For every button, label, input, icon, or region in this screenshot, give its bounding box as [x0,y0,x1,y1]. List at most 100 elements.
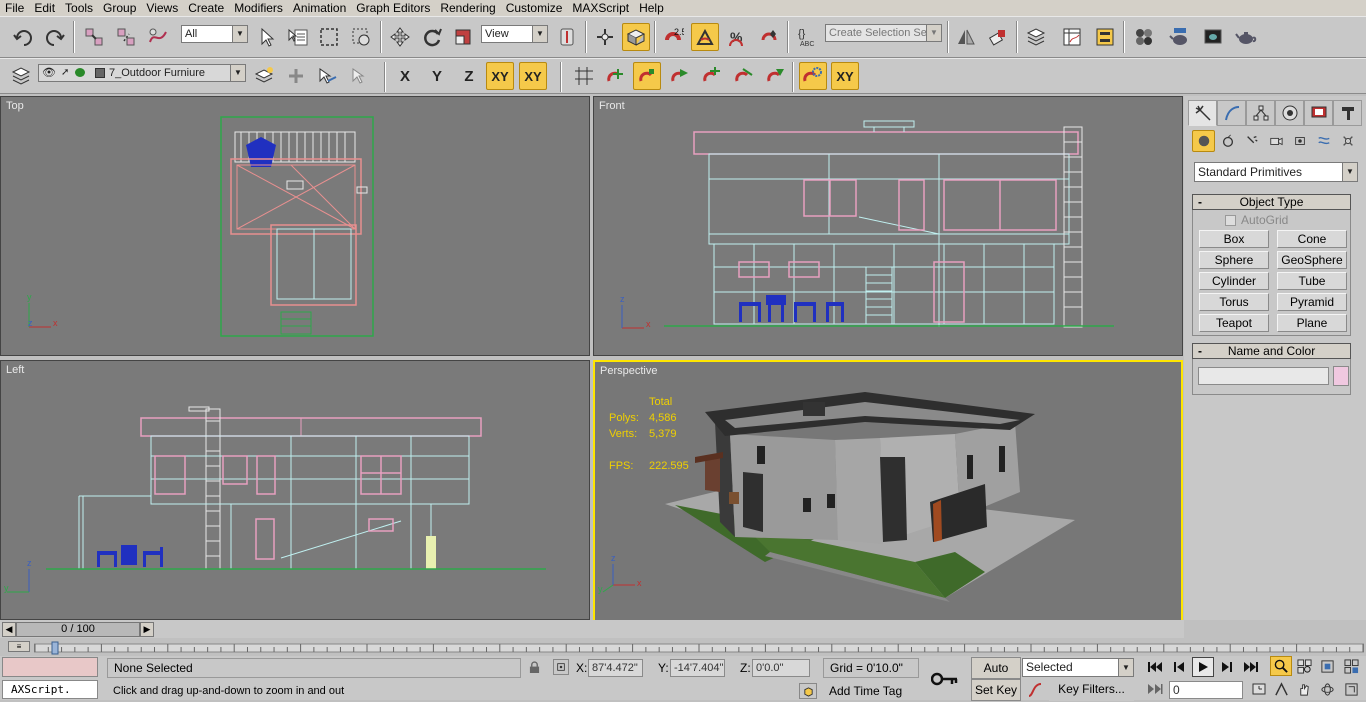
curve-editor-button[interactable] [1058,23,1086,51]
lock-selection-button[interactable] [527,659,541,675]
snap-options-button[interactable] [799,62,827,90]
rendered-frame-window-button[interactable] [1199,23,1227,51]
keyboard-shortcut-override-button[interactable] [622,23,650,51]
layer-manager-button[interactable] [1022,23,1050,51]
angle-snap-toggle-button[interactable] [691,23,719,51]
tube-button[interactable]: Tube [1277,272,1347,290]
zoom-extents-all-button[interactable] [1340,656,1362,676]
named-selection-dropdown[interactable]: Create Selection Set ▼ [825,24,942,42]
menu-animation[interactable]: Animation [288,0,351,16]
name-color-rollout-header[interactable]: - Name and Color [1192,343,1351,359]
restrict-y-button[interactable]: Y [423,62,451,90]
zoom-button[interactable] [1270,656,1292,676]
tab-create[interactable] [1188,100,1217,126]
snap-vertex-button[interactable] [633,62,661,90]
maximize-viewport-button[interactable] [1340,679,1362,699]
restrict-xy-plane-button[interactable]: XY [486,62,514,90]
lights-category-button[interactable] [1240,130,1263,152]
snap-pivot-button[interactable] [601,62,629,90]
zoom-all-button[interactable] [1293,656,1315,676]
object-category-dropdown[interactable]: Standard Primitives ▼ [1194,162,1358,182]
set-key-large-button[interactable] [924,660,966,698]
menu-graph-editors[interactable]: Graph Editors [351,0,435,16]
maxscript-listener-pink[interactable] [2,657,98,677]
menu-create[interactable]: Create [183,0,229,16]
cameras-category-button[interactable] [1264,130,1287,152]
constraint-axis-button[interactable]: XY [831,62,859,90]
layer-dropdown[interactable]: 👁 ➚ 7_Outdoor Furniure ▼ [38,64,246,82]
add-time-tag[interactable]: Add Time Tag [823,682,919,702]
autogrid-checkbox[interactable]: AutoGrid [1225,213,1288,227]
zoom-extents-button[interactable] [1316,656,1338,676]
tab-modify[interactable] [1217,100,1246,126]
quick-render-button[interactable] [1232,23,1260,51]
play-button[interactable] [1192,657,1214,677]
select-and-manipulate-button[interactable] [591,23,619,51]
cone-button[interactable]: Cone [1277,230,1347,248]
key-mode-dropdown[interactable]: Selected ▼ [1022,658,1134,677]
select-and-link-button[interactable] [80,23,108,51]
sphere-button[interactable]: Sphere [1199,251,1269,269]
restrict-plane-cycle-button[interactable]: XY [519,62,547,90]
time-slider-next[interactable]: ▶ [140,622,154,637]
time-tag-button[interactable] [799,683,817,699]
key-filters-button[interactable]: Key Filters... [1049,679,1134,701]
set-key-button[interactable]: Set Key [971,679,1021,701]
object-type-rollout-header[interactable]: - Object Type [1192,194,1351,210]
select-objects-in-layer-button[interactable] [313,62,341,90]
rectangular-selection-button[interactable] [315,23,343,51]
menu-tools[interactable]: Tools [60,0,98,16]
go-to-end-button[interactable] [1240,657,1262,677]
edit-named-selection-button[interactable]: {} ABC [793,23,821,51]
systems-category-button[interactable] [1336,130,1359,152]
teapot-button[interactable]: Teapot [1199,314,1269,332]
selection-filter-dropdown[interactable]: All ▼ [181,25,248,43]
z-coord-field[interactable]: 0'0.0" [752,659,810,677]
align-button[interactable] [984,23,1012,51]
x-coord-field[interactable]: 87'4.472" [588,659,643,677]
next-frame-button[interactable] [1215,657,1237,677]
tab-display[interactable] [1304,100,1333,126]
previous-frame-button[interactable] [1169,657,1191,677]
go-to-start-button[interactable] [1144,657,1166,677]
orbit-button[interactable] [1316,679,1338,699]
tab-utilities[interactable] [1333,100,1362,126]
pyramid-button[interactable]: Pyramid [1277,293,1347,311]
time-slider[interactable]: 0 / 100 [16,622,140,637]
menu-group[interactable]: Group [98,0,141,16]
object-name-field[interactable] [1198,367,1329,385]
viewport-perspective[interactable]: Perspective Total Polys: 4,586 Verts: 5,37… [593,360,1183,622]
y-coord-field[interactable]: -14'7.404" [670,659,725,677]
spinner-snap-button[interactable] [755,23,783,51]
key-mode-toggle-button[interactable] [1144,679,1166,699]
menu-maxscript[interactable]: MAXScript [567,0,634,16]
geometry-category-button[interactable] [1192,130,1215,152]
pan-view-button[interactable] [1293,679,1315,699]
menu-customize[interactable]: Customize [501,0,568,16]
space-warps-category-button[interactable] [1312,130,1335,152]
select-and-move-button[interactable] [386,23,414,51]
snap-face-button[interactable] [761,62,789,90]
window-crossing-button[interactable] [347,23,375,51]
restrict-z-button[interactable]: Z [455,62,483,90]
auto-key-button[interactable]: Auto Key [971,657,1021,695]
restrict-x-button[interactable]: X [391,62,419,90]
percent-snap-button[interactable]: % [723,23,751,51]
absolute-mode-toggle[interactable] [553,659,569,675]
time-configuration-button[interactable] [1248,679,1270,699]
viewport-front[interactable]: Front x z [593,96,1183,356]
schematic-view-button[interactable] [1091,23,1119,51]
snap-edge-button[interactable] [729,62,757,90]
menu-file[interactable]: File [0,0,29,16]
reference-coord-dropdown[interactable]: View ▼ [481,25,548,43]
plane-button[interactable]: Plane [1277,314,1347,332]
render-setup-button[interactable] [1166,23,1194,51]
material-editor-button[interactable] [1130,23,1158,51]
cylinder-button[interactable]: Cylinder [1199,272,1269,290]
time-slider-prev[interactable]: ◀ [2,622,16,637]
select-and-rotate-button[interactable] [418,23,446,51]
menu-rendering[interactable]: Rendering [435,0,500,16]
select-by-name-button[interactable] [284,23,312,51]
default-tangent-button[interactable] [1024,680,1046,700]
shapes-category-button[interactable] [1216,130,1239,152]
